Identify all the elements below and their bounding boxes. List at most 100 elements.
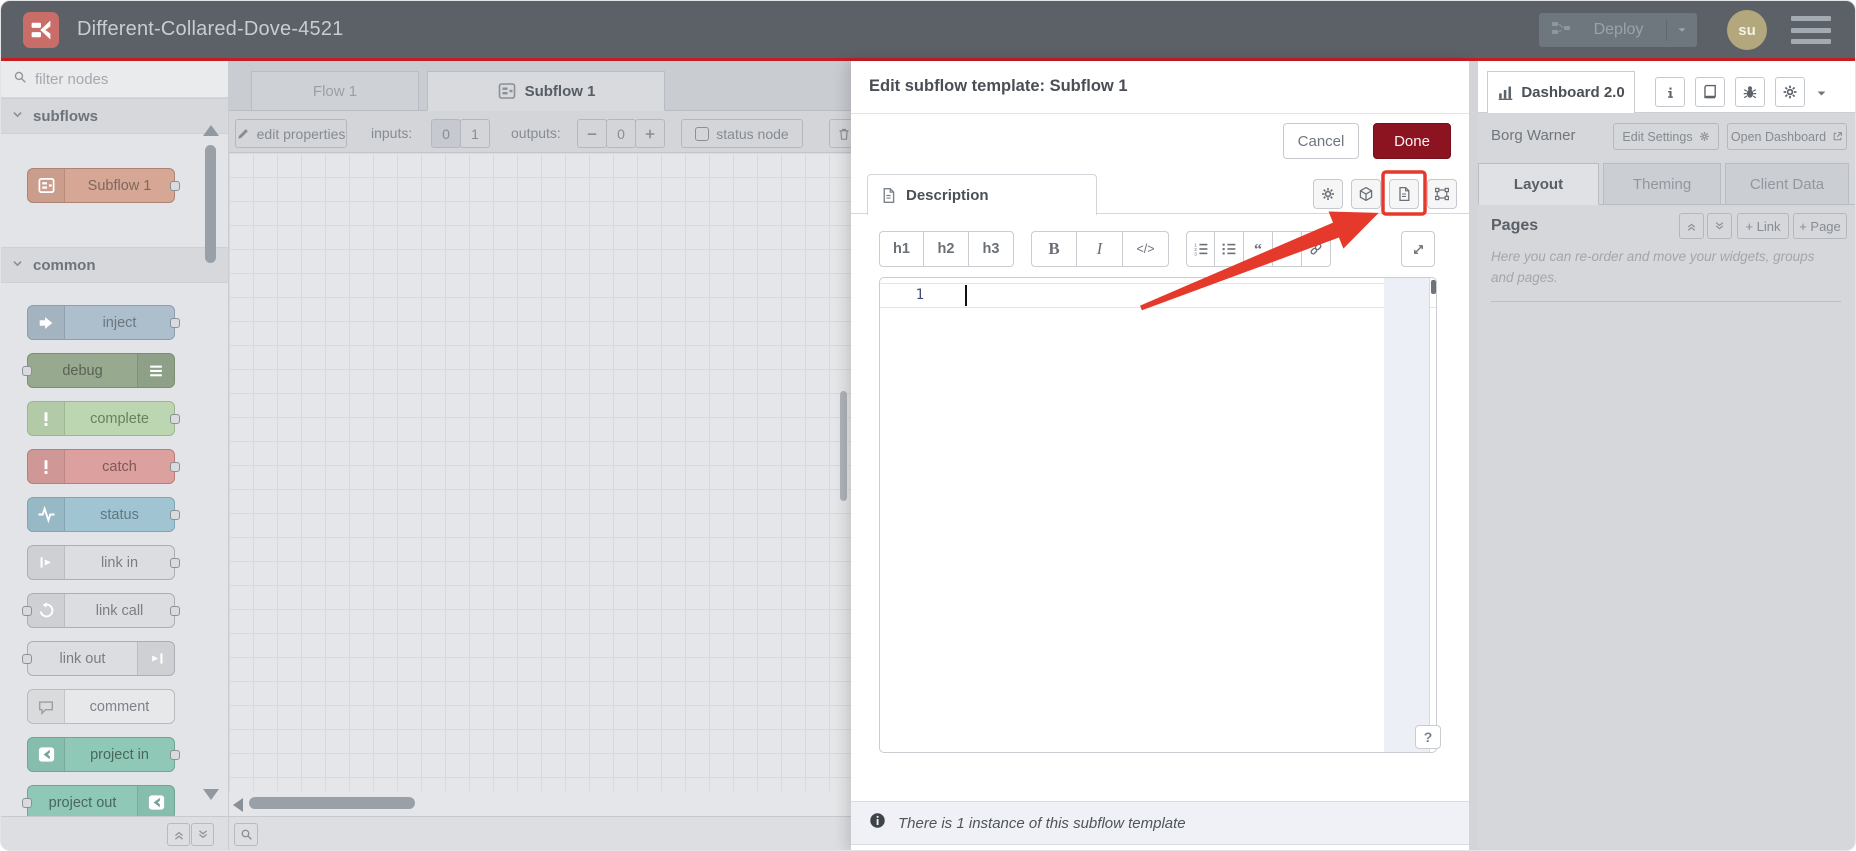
palette-scroll-down-icon[interactable] [203, 789, 219, 800]
palette-node-link-out[interactable]: link out [22, 641, 175, 676]
open-dashboard-button[interactable]: Open Dashboard [1727, 123, 1847, 150]
palette-category-subflows[interactable]: subflows [1, 98, 228, 134]
deploy-options-caret-icon[interactable] [1667, 24, 1697, 36]
node-label: comment [89, 698, 150, 715]
node-label: inject [102, 314, 137, 331]
md-quote-button[interactable]: “ [1244, 231, 1273, 267]
node-output-port[interactable] [170, 414, 180, 424]
node-output-port[interactable] [170, 606, 180, 616]
node-output-port[interactable] [170, 181, 180, 191]
deploy-button[interactable]: Deploy [1539, 13, 1697, 47]
editor-help-button[interactable]: ? [1415, 725, 1441, 749]
status-node-checkbox[interactable] [695, 126, 710, 141]
sidebar-tab-layout[interactable]: Layout [1478, 163, 1599, 205]
description-tab-button[interactable] [1389, 179, 1419, 209]
canvas-scroll-left-icon[interactable] [233, 798, 243, 812]
palette-node-status[interactable]: status [27, 497, 180, 532]
edit-properties-button[interactable]: edit properties [235, 119, 347, 148]
node-output-port[interactable] [170, 750, 180, 760]
md-h3-button[interactable]: h3 [969, 231, 1014, 267]
palette-node-catch[interactable]: catch [27, 449, 180, 484]
palette-node-Subflow-1[interactable]: Subflow 1 [27, 168, 180, 203]
module-properties-tab-button[interactable] [1351, 179, 1381, 209]
palette-node-project-in[interactable]: project in [27, 737, 180, 772]
palette-node-comment[interactable]: comment [27, 689, 175, 724]
palette-node-debug[interactable]: debug [22, 353, 175, 388]
sidebar-book-button[interactable] [1695, 77, 1725, 107]
md-unordered-list-button[interactable] [1215, 231, 1244, 267]
node-output-port[interactable] [170, 558, 180, 568]
subflow-properties-tab-button[interactable] [1313, 179, 1343, 209]
palette-scroll-up-icon[interactable] [203, 125, 219, 136]
md-bold-button[interactable]: B [1031, 231, 1077, 267]
canvas-vertical-scrollbar[interactable] [840, 391, 847, 501]
node-output-port[interactable] [170, 510, 180, 520]
palette-node-project-out[interactable]: project out [22, 785, 175, 820]
inputs-0-button[interactable]: 0 [431, 119, 461, 148]
cancel-button[interactable]: Cancel [1283, 123, 1359, 159]
description-editor[interactable]: 1 [879, 277, 1437, 753]
move-up-button[interactable] [1679, 213, 1704, 239]
palette-node-link-in[interactable]: link in [27, 545, 180, 580]
md-h1-button[interactable]: h1 [879, 231, 924, 267]
node-input-port[interactable] [22, 654, 32, 664]
node-input-port[interactable] [22, 366, 32, 376]
done-button[interactable]: Done [1373, 123, 1451, 159]
category-label: common [33, 256, 96, 274]
inputs-1-button[interactable]: 1 [460, 119, 490, 148]
flow-canvas[interactable] [229, 153, 851, 791]
tab-flow-1[interactable]: Flow 1 [251, 71, 419, 111]
md-link-button[interactable] [1302, 231, 1331, 267]
palette-category-common[interactable]: common [1, 247, 228, 283]
collapse-all-categories-button[interactable] [167, 823, 190, 846]
sidebar-gear-button[interactable] [1775, 77, 1805, 107]
palette-filter-input[interactable] [35, 70, 185, 88]
delete-subflow-button[interactable] [829, 119, 851, 148]
editor-expand-button[interactable] [1401, 231, 1435, 267]
add-page-button[interactable]: + Page [1793, 213, 1847, 239]
svg-text:3: 3 [1194, 251, 1197, 257]
outputs-decrease-button[interactable] [577, 119, 607, 148]
tab-subflow-1[interactable]: Subflow 1 [427, 71, 665, 111]
md-ordered-list-button[interactable]: 123 [1186, 231, 1215, 267]
search-flows-button[interactable] [234, 823, 258, 846]
editor-scrollbar[interactable] [1431, 280, 1436, 294]
outputs-increase-button[interactable] [635, 119, 665, 148]
add-link-button[interactable]: + Link [1737, 213, 1789, 239]
palette-search[interactable] [1, 61, 228, 98]
palette-node-link-call[interactable]: link call [22, 593, 180, 628]
sidebar-tab-client-data[interactable]: Client Data [1725, 163, 1849, 205]
node-label: Subflow 1 [87, 177, 152, 194]
tab-description[interactable]: Description [867, 174, 1097, 215]
canvas-horizontal-scrollbar[interactable] [249, 797, 415, 809]
editor-margin-column [1384, 278, 1430, 752]
md-code-button[interactable]: </> [1123, 231, 1169, 267]
sidebar-options-caret-icon[interactable] [1815, 87, 1828, 105]
md-toolbar-group: h1 h2 h3 [879, 231, 1014, 267]
appearance-tab-button[interactable] [1427, 179, 1457, 209]
user-avatar[interactable]: su [1727, 10, 1767, 50]
status-node-toggle[interactable]: status node [681, 119, 803, 148]
move-down-button[interactable] [1707, 213, 1732, 239]
palette-scrollbar[interactable] [205, 145, 216, 263]
palette-node-complete[interactable]: complete [27, 401, 180, 436]
instance-title: Different-Collared-Dove-4521 [77, 18, 344, 40]
chevron-down-icon [11, 108, 24, 125]
sidebar-info-button[interactable] [1655, 77, 1685, 107]
tab-dashboard-2[interactable]: Dashboard 2.0 [1487, 71, 1635, 113]
expand-all-categories-button[interactable] [191, 823, 214, 846]
node-output-port[interactable] [170, 462, 180, 472]
node-input-port[interactable] [22, 798, 32, 808]
main-menu-icon[interactable] [1791, 16, 1831, 44]
palette-node-inject[interactable]: inject [27, 305, 180, 340]
sidebar-bug-button[interactable] [1735, 77, 1765, 107]
node-label: link out [59, 650, 106, 667]
node-output-port[interactable] [170, 318, 180, 328]
edit-settings-button[interactable]: Edit Settings [1613, 123, 1719, 150]
md-horizontal-rule-button[interactable] [1273, 231, 1302, 267]
sidebar-tab-theming[interactable]: Theming [1603, 163, 1721, 205]
node-input-port[interactable] [22, 606, 32, 616]
sidebar-separator[interactable] [1469, 61, 1478, 850]
md-h2-button[interactable]: h2 [924, 231, 969, 267]
md-italic-button[interactable]: I [1077, 231, 1123, 267]
